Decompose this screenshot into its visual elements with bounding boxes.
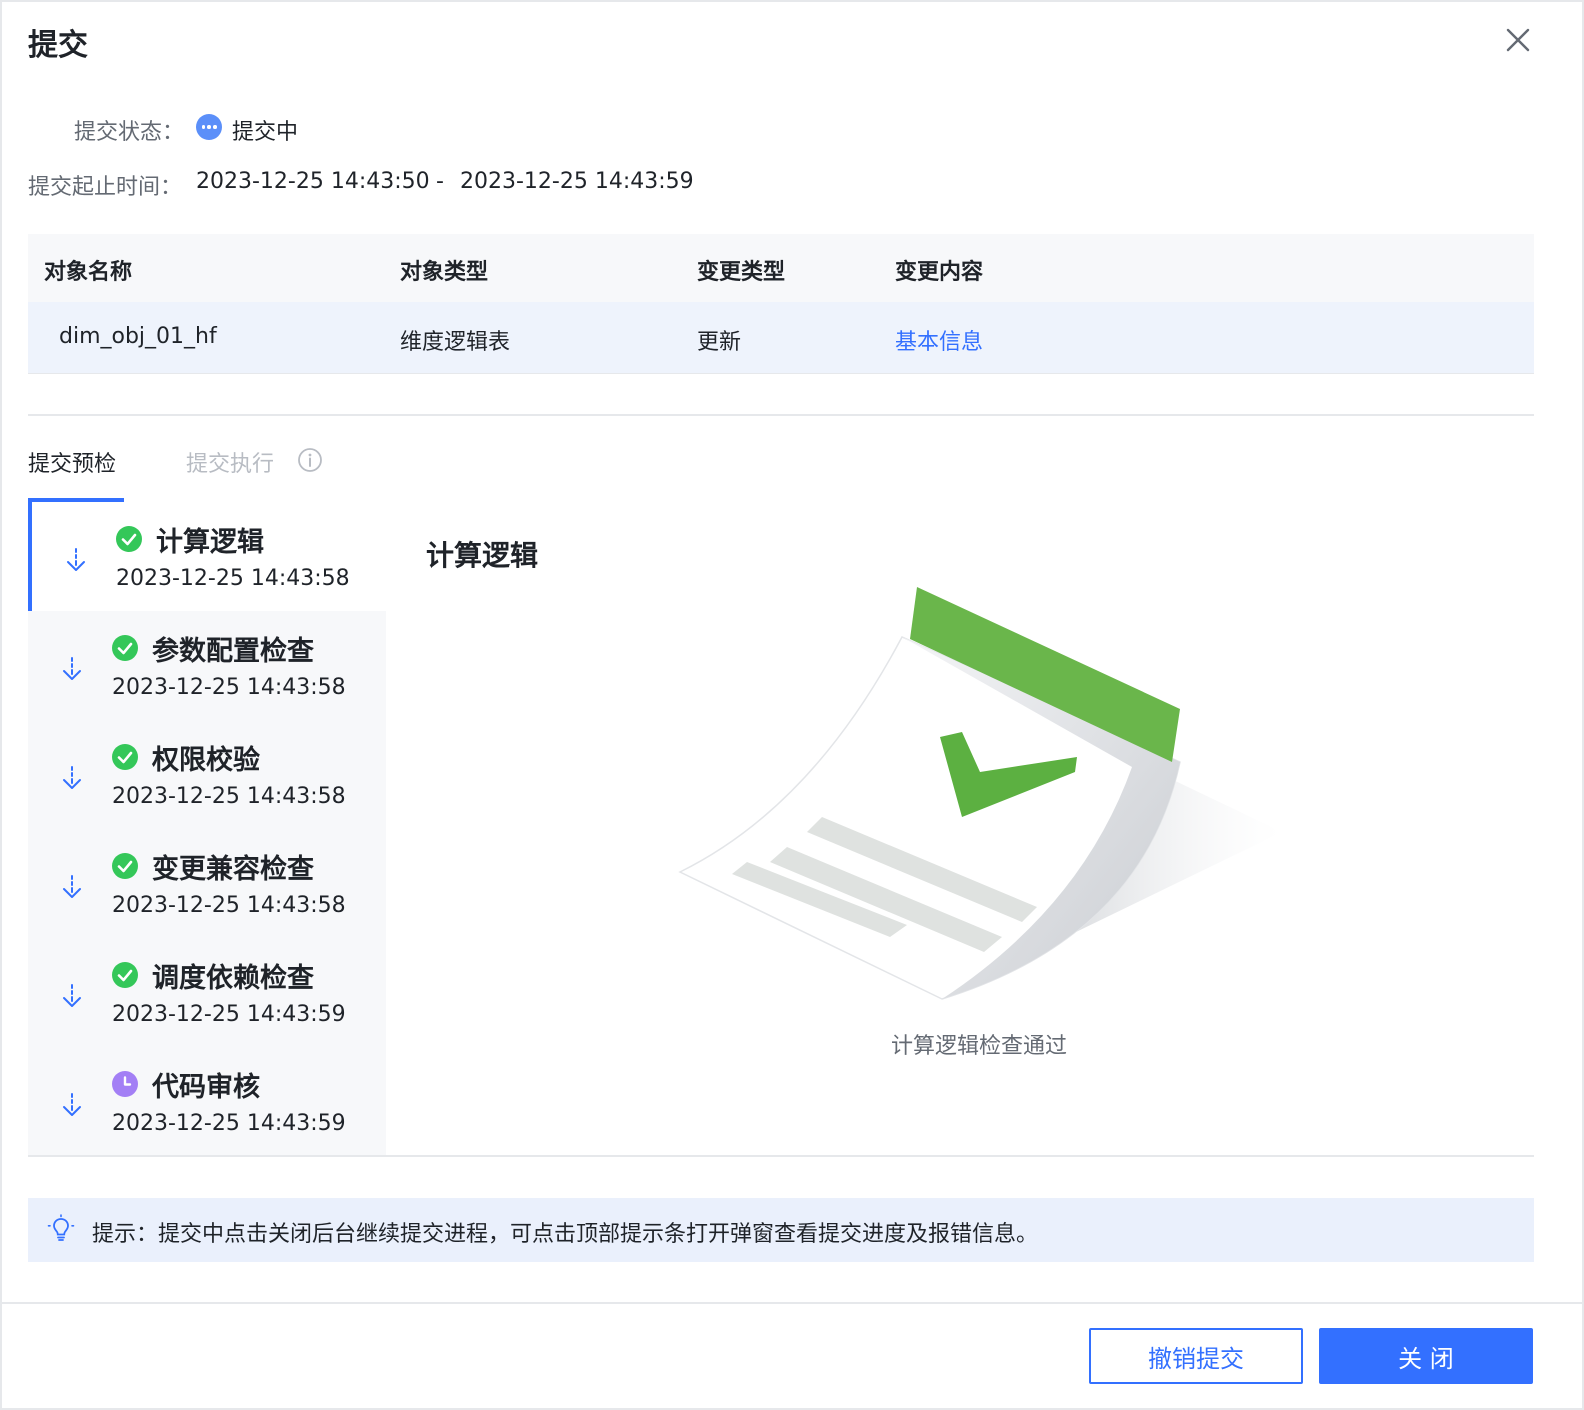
dialog-title: 提交: [28, 28, 88, 63]
success-check-icon: [116, 526, 142, 552]
footer-divider: [2, 1302, 1584, 1304]
tip-text: 提示：提交中点击关闭后台继续提交进程，可点击顶部提示条打开弹窗查看提交进度及报错…: [92, 1222, 1039, 1247]
info-icon[interactable]: [297, 447, 323, 473]
table-header: 对象名称 对象类型 变更类型 变更内容: [28, 234, 1534, 302]
tab-precheck[interactable]: 提交预检: [28, 446, 116, 478]
status-label: 提交状态：: [74, 120, 185, 145]
header-object-type: 对象类型: [400, 260, 489, 285]
step-arrow-icon: [63, 875, 81, 898]
detail-title: 计算逻辑: [426, 539, 539, 572]
tab-execute[interactable]: 提交执行: [186, 446, 274, 478]
step-title: 调度依赖检查: [152, 963, 314, 994]
step-time: 2023-12-25 14:43:59: [112, 1111, 346, 1136]
step-title: 代码审核: [152, 1072, 260, 1103]
step-arrow-icon: [63, 984, 81, 1007]
success-check-icon: [112, 962, 138, 988]
time-label: 提交起止时间：: [28, 175, 183, 200]
step-time: 2023-12-25 14:43:59: [112, 1002, 346, 1027]
section-divider: [28, 414, 1534, 416]
change-content-link[interactable]: 基本信息: [895, 324, 983, 356]
end-time: 2023-12-25 14:43:59: [460, 169, 694, 194]
header-change-content: 变更内容: [895, 260, 984, 285]
close-button[interactable]: 关 闭: [1319, 1328, 1533, 1384]
status-value: 提交中: [232, 120, 299, 145]
status-pending-icon: [196, 114, 222, 140]
step-item[interactable]: 变更兼容检查 2023-12-25 14:43:58: [28, 829, 386, 938]
change-table: 对象名称 对象类型 变更类型 变更内容 dim_obj_01_hf 维度逻辑表 …: [28, 234, 1534, 376]
success-check-icon: [112, 744, 138, 770]
step-time: 2023-12-25 14:43:58: [112, 784, 346, 809]
step-arrow-icon: [63, 657, 81, 680]
step-title: 变更兼容检查: [152, 854, 314, 885]
step-item[interactable]: 参数配置检查 2023-12-25 14:43:58: [28, 611, 386, 720]
document-check-illustration: [678, 587, 1282, 1000]
close-icon[interactable]: [1502, 24, 1534, 56]
cancel-submit-button[interactable]: 撤销提交: [1089, 1328, 1303, 1384]
start-time: 2023-12-25 14:43:50: [196, 169, 430, 194]
lightbulb-icon: [47, 1214, 75, 1241]
tip-banner: 提示：提交中点击关闭后台继续提交进程，可点击顶部提示条打开弹窗查看提交进度及报错…: [28, 1198, 1534, 1262]
table-row: [28, 302, 1534, 374]
step-arrow-icon: [67, 548, 85, 571]
cell-object-name: dim_obj_01_hf: [59, 324, 217, 349]
cell-change-type: 更新: [697, 330, 742, 355]
submit-dialog: 提交 提交状态： 提交中 提交起止时间： 2023-12-25 14:43:50…: [0, 0, 1584, 1410]
step-title: 参数配置检查: [152, 636, 314, 667]
step-time: 2023-12-25 14:43:58: [112, 675, 346, 700]
step-title: 计算逻辑: [156, 527, 264, 558]
success-check-icon: [112, 853, 138, 879]
step-item[interactable]: 代码审核 2023-12-25 14:43:59: [28, 1047, 386, 1156]
step-time: 2023-12-25 14:43:58: [116, 566, 350, 591]
step-arrow-icon: [63, 766, 81, 789]
step-time: 2023-12-25 14:43:58: [112, 893, 346, 918]
step-title: 权限校验: [152, 745, 260, 776]
time-separator: -: [436, 169, 444, 194]
clock-pending-icon: [112, 1071, 138, 1097]
step-item[interactable]: 权限校验 2023-12-25 14:43:58: [28, 720, 386, 829]
content-divider: [28, 1155, 1534, 1157]
step-arrow-icon: [63, 1093, 81, 1116]
header-object-name: 对象名称: [44, 260, 133, 285]
cell-object-type: 维度逻辑表: [400, 330, 511, 355]
success-check-icon: [112, 635, 138, 661]
header-change-type: 变更类型: [697, 260, 786, 285]
step-item[interactable]: 计算逻辑 2023-12-25 14:43:58: [28, 502, 386, 611]
detail-message: 计算逻辑检查通过: [890, 1034, 1067, 1059]
